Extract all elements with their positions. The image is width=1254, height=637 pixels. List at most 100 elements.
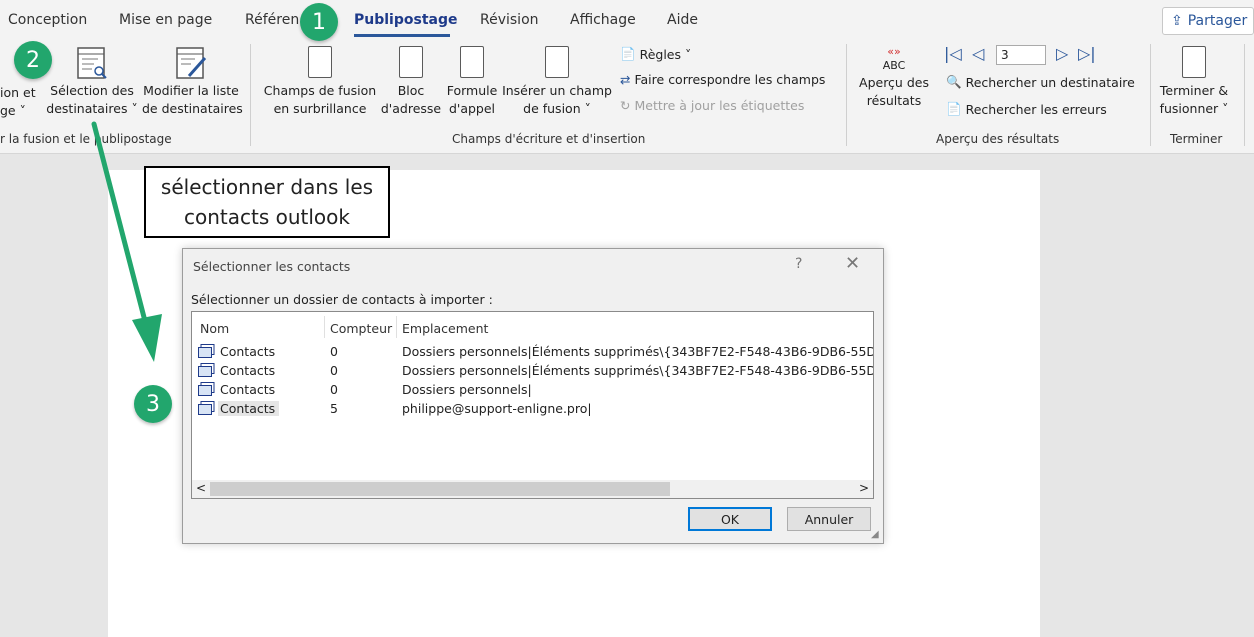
find-recipient-button[interactable]: 🔍 Rechercher un destinataire bbox=[946, 74, 1135, 90]
tab-references[interactable]: Référen bbox=[245, 12, 299, 28]
scrollbar-thumb[interactable] bbox=[210, 482, 670, 496]
check-errors-button[interactable]: 📄 Rechercher les erreurs bbox=[946, 101, 1107, 117]
fields-group-label: Champs d'écriture et d'insertion bbox=[452, 132, 646, 146]
dialog-prompt: Sélectionner un dossier de contacts à im… bbox=[191, 292, 493, 307]
tab-aide[interactable]: Aide bbox=[667, 12, 698, 28]
column-header-nom[interactable]: Nom bbox=[200, 321, 229, 336]
finish-merge-label-2: fusionner ˅ bbox=[1159, 101, 1229, 116]
rules-icon: 📄 bbox=[620, 46, 636, 61]
row-compteur: 0 bbox=[330, 363, 338, 378]
contacts-folder-icon bbox=[198, 344, 215, 358]
column-divider[interactable] bbox=[396, 316, 397, 338]
finish-merge-button[interactable]: Terminer & fusionner ˅ bbox=[1156, 46, 1232, 118]
last-record-icon[interactable]: ▷| bbox=[1078, 44, 1096, 63]
help-icon[interactable]: ? bbox=[795, 256, 802, 272]
step-badge-2: 2 bbox=[14, 41, 52, 79]
share-icon: ⇪ bbox=[1171, 13, 1183, 29]
column-header-compteur[interactable]: Compteur bbox=[330, 321, 392, 336]
contacts-folder-list[interactable]: Nom Compteur Emplacement Contacts 0 Doss… bbox=[191, 311, 874, 499]
highlight-fields-icon bbox=[308, 46, 332, 78]
start-mail-merge-label-1: ion et bbox=[0, 85, 36, 100]
preview-arrows-icon: «» bbox=[887, 45, 901, 58]
address-block-button[interactable]: Bloc d'adresse bbox=[380, 46, 442, 118]
recipients-list-icon bbox=[77, 47, 107, 79]
column-header-emplacement[interactable]: Emplacement bbox=[402, 321, 488, 336]
start-mail-merge-button[interactable]: ion et ge ˅ bbox=[0, 84, 40, 120]
abc-label: ABC bbox=[882, 59, 906, 72]
close-icon[interactable]: ✕ bbox=[845, 253, 860, 274]
dialog-title: Sélectionner les contacts bbox=[193, 259, 351, 274]
update-labels-label: Mettre à jour les étiquettes bbox=[634, 98, 805, 113]
row-emplacement: Dossiers personnels| bbox=[402, 382, 532, 397]
cancel-button[interactable]: Annuler bbox=[787, 507, 871, 531]
list-item[interactable]: Contacts 0 Dossiers personnels|Éléments … bbox=[192, 342, 873, 361]
row-nom: Contacts bbox=[218, 401, 280, 416]
record-number-input[interactable]: 3 bbox=[996, 45, 1046, 65]
ok-button[interactable]: OK bbox=[688, 507, 772, 531]
step-badge-1: 1 bbox=[300, 3, 338, 41]
share-label: Partager bbox=[1187, 13, 1248, 29]
previous-record-icon[interactable]: ◁ bbox=[972, 44, 984, 63]
row-nom: Contacts bbox=[220, 382, 276, 397]
insert-merge-field-button[interactable]: Insérer un champ de fusion ˅ bbox=[502, 46, 612, 118]
highlight-fields-label-1: Champs de fusion bbox=[263, 83, 377, 98]
select-recipients-label-1: Sélection des bbox=[50, 83, 134, 98]
highlight-merge-fields-button[interactable]: Champs de fusion en surbrillance bbox=[262, 46, 378, 118]
rules-button[interactable]: 📄 Règles ˅ bbox=[620, 46, 691, 62]
group-separator bbox=[1244, 44, 1245, 146]
list-item[interactable]: Contacts 0 Dossiers personnels|Éléments … bbox=[192, 361, 873, 380]
address-block-label-1: Bloc bbox=[397, 83, 425, 98]
horizontal-scrollbar[interactable]: < > bbox=[192, 480, 873, 498]
rules-label: Règles ˅ bbox=[639, 46, 692, 62]
column-divider[interactable] bbox=[324, 316, 325, 338]
match-fields-button[interactable]: ⇄ Faire correspondre les champs bbox=[620, 72, 825, 87]
annotation-callout: sélectionner dans les contacts outlook bbox=[144, 166, 390, 238]
callout-line-2: contacts outlook bbox=[184, 205, 350, 229]
check-errors-icon: 📄 bbox=[946, 101, 962, 116]
scroll-left-icon[interactable]: < bbox=[196, 481, 206, 495]
select-recipients-button[interactable]: Sélection des destinataires ˅ bbox=[46, 46, 138, 118]
greeting-line-label-1: Formule bbox=[446, 83, 498, 98]
edit-recipient-list-button[interactable]: Modifier la liste de destinataires bbox=[142, 46, 243, 118]
insert-field-icon bbox=[545, 46, 569, 78]
check-errors-label: Rechercher les erreurs bbox=[965, 101, 1107, 117]
preview-results-button[interactable]: «» ABC Aperçu des résultats bbox=[855, 46, 933, 110]
preview-results-label-2: résultats bbox=[866, 93, 922, 108]
row-compteur: 0 bbox=[330, 344, 338, 359]
contacts-folder-icon bbox=[198, 382, 215, 396]
highlight-fields-label-2: en surbrillance bbox=[273, 101, 367, 116]
tab-mise-en-page[interactable]: Mise en page bbox=[119, 12, 212, 28]
annotation-arrow bbox=[91, 121, 162, 362]
tab-revision[interactable]: Révision bbox=[480, 12, 539, 28]
tab-affichage[interactable]: Affichage bbox=[570, 12, 636, 28]
update-labels-button[interactable]: ↻ Mettre à jour les étiquettes bbox=[620, 98, 804, 113]
first-record-icon[interactable]: |◁ bbox=[944, 44, 962, 63]
row-compteur: 5 bbox=[330, 401, 338, 416]
tab-publipostage[interactable]: Publipostage bbox=[354, 12, 457, 28]
row-nom: Contacts bbox=[220, 344, 276, 359]
resize-grip-icon[interactable]: ◢ bbox=[871, 529, 879, 540]
step-badge-3: 3 bbox=[134, 385, 172, 423]
address-block-label-2: d'adresse bbox=[380, 101, 442, 116]
list-item[interactable]: Contacts 0 Dossiers personnels| bbox=[192, 380, 873, 399]
active-tab-indicator bbox=[354, 34, 450, 37]
tab-conception[interactable]: Conception bbox=[8, 12, 87, 28]
finish-merge-label-1: Terminer & bbox=[1159, 83, 1229, 98]
match-fields-label: Faire correspondre les champs bbox=[634, 72, 826, 87]
next-record-icon[interactable]: ▷ bbox=[1056, 44, 1068, 63]
scroll-right-icon[interactable]: > bbox=[859, 481, 869, 495]
edit-recipient-list-label-1: Modifier la liste bbox=[143, 83, 239, 98]
share-button[interactable]: ⇪ Partager bbox=[1162, 7, 1254, 35]
insert-field-label-1: Insérer un champ bbox=[502, 83, 612, 98]
row-emplacement: philippe@support-enligne.pro| bbox=[402, 401, 592, 416]
start-mail-merge-label-2: ge ˅ bbox=[0, 103, 26, 118]
list-item-selected[interactable]: Contacts 5 philippe@support-enligne.pro| bbox=[192, 399, 873, 418]
find-recipient-icon: 🔍 bbox=[946, 74, 962, 89]
match-fields-icon: ⇄ bbox=[620, 72, 631, 87]
preview-results-label-1: Aperçu des bbox=[859, 75, 929, 90]
greeting-line-button[interactable]: Formule d'appel bbox=[444, 46, 500, 118]
row-nom: Contacts bbox=[220, 363, 276, 378]
group-separator bbox=[250, 44, 251, 146]
select-recipients-label-2: destinataires ˅ bbox=[46, 101, 138, 116]
greeting-line-label-2: d'appel bbox=[448, 101, 496, 116]
